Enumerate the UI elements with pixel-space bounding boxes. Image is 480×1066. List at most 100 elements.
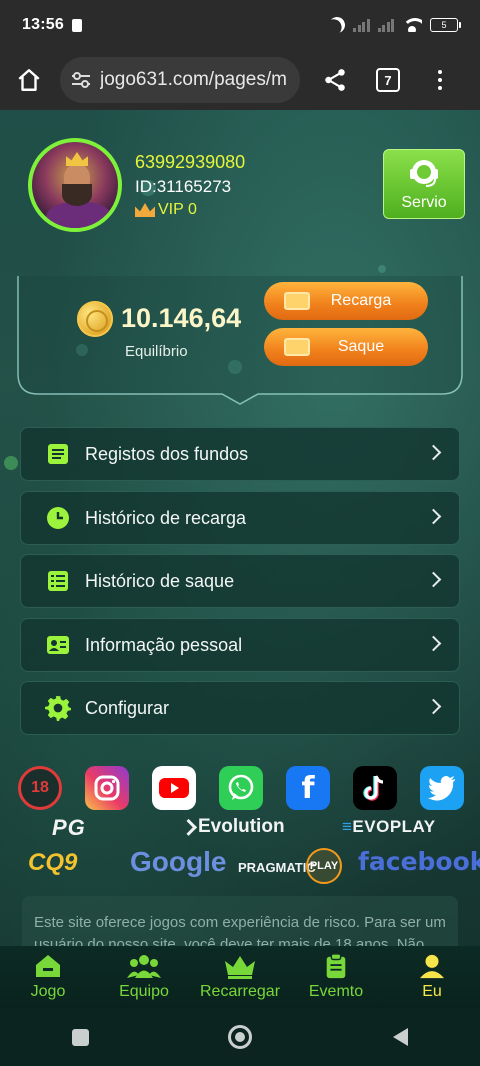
square-icon [71,1028,89,1046]
menu-item-personal-info[interactable]: Informação pessoal [20,618,460,672]
brand-pragmatic-play: PLAY [306,848,342,884]
user-icon [419,954,445,979]
bottom-tab-bar: Jogo Equipo Recarregar Evemto Eu [0,946,480,1008]
brand-google: Google [130,846,227,877]
address-bar[interactable]: jogo631.com/pages/m [60,57,300,103]
withdraw-label: Saque [337,338,385,355]
menu-item-settings[interactable]: Configurar [20,681,460,735]
system-navigation-bar [0,1008,480,1066]
coin-icon [77,301,113,337]
menu-item-label: Histórico de recarga [85,507,247,528]
tab-equipo[interactable]: Equipo [99,953,189,1001]
social-links: 18 f [18,766,464,810]
share-icon [325,69,345,91]
chevron-right-icon [425,508,442,525]
back-button[interactable] [375,1012,425,1062]
clock-icon [45,505,71,531]
evoplay-logo-icon: ≡ [342,817,353,836]
do-not-disturb-icon [327,15,348,36]
brand-evolution: Evolution [180,816,285,838]
cash-out-icon [284,338,310,356]
document-icon [45,441,71,467]
tab-label: Eu [422,983,442,1000]
url-text: jogo631.com/pages/m [100,69,287,90]
chevron-right-icon [425,571,442,588]
tiktok-icon[interactable] [353,766,397,810]
brand-evoplay: ≡EVOPLAY [342,817,436,837]
tab-evemto[interactable]: Evemto [291,953,381,1001]
twitter-icon[interactable] [420,766,464,810]
customer-service-button[interactable]: Servio [383,149,465,219]
back-triangle-icon [393,1028,408,1046]
balance-amount: 10.146,64 [121,303,242,333]
bokeh [378,265,386,273]
evolution-logo-icon [180,818,198,836]
circle-icon [228,1025,252,1049]
wallet-icon [284,292,310,310]
user-id: ID:31165273 [135,177,232,196]
site-settings-icon[interactable] [70,71,92,89]
menu-item-label: Configurar [85,697,170,718]
battery-icon: 5 [430,18,461,32]
account-page: 63992939080 ID:31165273 VIP 0 Servio 10.… [0,110,480,1008]
team-icon [127,955,161,978]
share-button[interactable] [318,63,352,97]
status-bar: 13:56 5 [0,0,480,50]
tab-switcher-button[interactable]: 7 [376,68,400,92]
recharge-button[interactable]: Recarga [264,282,428,320]
youtube-icon[interactable] [152,766,196,810]
service-label: Servio [401,194,447,211]
vip-label: VIP 0 [158,201,197,218]
brand-cq9: CQ9 [28,849,78,876]
recharge-label: Recarga [330,292,392,309]
instagram-icon[interactable] [85,766,129,810]
brand-evolution-text: Evolution [198,816,285,837]
menu-item-withdraw-history[interactable]: Histórico de saque [20,554,460,608]
clock: 13:56 [22,16,64,33]
home-system-button[interactable] [215,1012,265,1062]
18-plus-icon: 18 [18,766,62,810]
withdraw-button[interactable]: Saque [264,328,428,366]
headset-icon [410,160,438,187]
menu-item-label: Registos dos fundos [85,443,249,464]
brand-pragmatic: PRAGMATIC [238,860,316,875]
gear-icon [45,695,71,721]
chevron-right-icon [425,444,442,461]
menu-item-recharge-history[interactable]: Histórico de recarga [20,491,460,545]
tab-recarregar[interactable]: Recarregar [195,953,285,1001]
tab-eu[interactable]: Eu [387,953,477,1001]
bokeh [4,456,18,470]
browser-toolbar: jogo631.com/pages/m 7 [0,50,480,110]
avatar[interactable] [28,138,122,232]
tab-jogo[interactable]: Jogo [3,953,93,1001]
list-icon [45,568,71,594]
status-icons: 5 [327,15,461,36]
brand-facebook: facebook [358,847,480,876]
signal-icon-2 [377,18,394,32]
brand-pg: PG [52,815,86,840]
crown-icon [225,956,255,979]
home-icon [36,955,60,977]
clipboard-icon [326,953,346,979]
recents-button[interactable] [55,1012,105,1062]
menu-item-label: Histórico de saque [85,570,235,591]
phone-number: 63992939080 [135,152,246,172]
menu-item-fund-records[interactable]: Registos dos fundos [20,427,460,481]
whatsapp-icon[interactable] [219,766,263,810]
sim-icon [71,18,82,32]
home-outline-icon [18,69,40,91]
balance-label: Equilíbrio [125,343,188,360]
tab-label: Recarregar [199,983,281,1000]
home-button[interactable] [12,63,46,97]
facebook-icon[interactable]: f [286,766,330,810]
brand-evoplay-text: EVOPLAY [352,817,436,836]
signal-icon [353,18,370,32]
tab-label: Jogo [30,983,66,1000]
vip-level: VIP 0 [135,201,197,219]
browser-menu-button[interactable] [430,63,450,97]
tab-label: Evemto [308,983,364,1000]
chevron-right-icon [425,698,442,715]
menu-item-label: Informação pessoal [85,634,243,655]
tab-label: Equipo [119,983,169,1000]
balance-card: 10.146,64 Equilíbrio Recarga Saque [16,276,464,406]
